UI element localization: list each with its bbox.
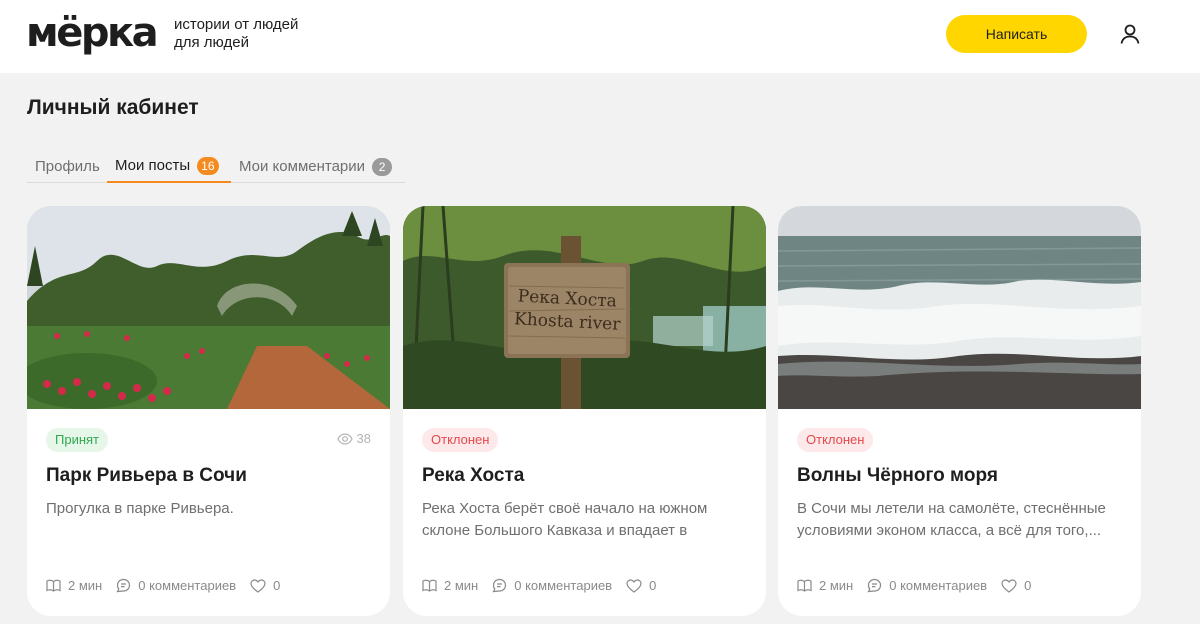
read-time: 2 мин	[797, 578, 853, 593]
likes-count-value: 0	[649, 578, 657, 593]
book-icon	[422, 579, 437, 592]
eye-icon	[336, 432, 353, 445]
comments-count-value: 0 комментариев	[514, 578, 613, 593]
views-counter: 38	[336, 431, 371, 446]
book-icon	[797, 579, 812, 592]
posts-count-badge: 16	[197, 156, 219, 175]
user-icon[interactable]	[1118, 22, 1142, 46]
post-title[interactable]: Волны Чёрного моря	[797, 465, 998, 487]
comment-icon	[492, 578, 507, 593]
post-title[interactable]: Парк Ривьера в Сочи	[46, 465, 247, 487]
tab-my-posts[interactable]: Мои посты 16	[107, 150, 231, 183]
status-badge: Принят	[46, 428, 109, 452]
read-time-value: 2 мин	[444, 578, 479, 593]
comments-count[interactable]: 0 комментариев	[867, 578, 987, 593]
page-title: Личный кабинет	[27, 96, 199, 119]
heart-icon	[1001, 578, 1017, 593]
status-badge: Отклонен	[797, 428, 874, 452]
post-card[interactable]: Принят 38 Парк Ривьера в Сочи Прогулка в…	[27, 206, 390, 616]
tagline-line-2: для людей	[174, 34, 249, 51]
likes-count[interactable]: 0	[250, 578, 280, 593]
cabinet-tabs: Профиль Мои посты 16 Мои комментарии 2	[27, 150, 405, 183]
heart-icon	[250, 578, 266, 593]
tagline-line-1: истории от людей	[174, 16, 299, 33]
post-description: В Сочи мы летели на самолёте, стеснённые…	[797, 500, 1106, 539]
post-meta: 2 мин 0 комментариев 0	[797, 578, 1045, 593]
comment-icon	[867, 578, 882, 593]
heart-icon	[626, 578, 642, 593]
post-description: Река Хоста берёт своё начало на южном ск…	[422, 500, 708, 539]
post-title[interactable]: Река Хоста	[422, 465, 524, 487]
comments-count-value: 0 комментариев	[138, 578, 237, 593]
comments-count[interactable]: 0 комментариев	[492, 578, 612, 593]
post-image-sea-waves	[778, 206, 1141, 409]
read-time: 2 мин	[46, 578, 102, 593]
comments-count[interactable]: 0 комментариев	[116, 578, 236, 593]
read-time: 2 мин	[422, 578, 478, 593]
post-card[interactable]: Река Хоста Khosta river Отклонен Река Хо…	[403, 206, 766, 616]
write-button[interactable]: Написать	[946, 15, 1087, 53]
likes-count[interactable]: 0	[1001, 578, 1031, 593]
tab-my-comments[interactable]: Мои комментарии 2	[231, 150, 400, 183]
post-card[interactable]: Отклонен Волны Чёрного моря В Сочи мы ле…	[778, 206, 1141, 616]
comment-icon	[116, 578, 131, 593]
tab-my-comments-label: Мои комментарии	[239, 158, 366, 175]
site-logo[interactable]: мёрка	[26, 8, 159, 58]
site-header: мёрка истории от людей для людей Написат…	[0, 0, 1200, 73]
post-description: Прогулка в парке Ривьера.	[46, 500, 234, 517]
read-time-value: 2 мин	[68, 578, 103, 593]
site-tagline: истории от людей для людей	[174, 16, 298, 52]
tab-profile[interactable]: Профиль	[27, 150, 108, 183]
comments-count-badge: 2	[372, 157, 393, 176]
likes-count-value: 0	[1024, 578, 1032, 593]
tab-my-posts-label: Мои посты	[115, 157, 191, 174]
read-time-value: 2 мин	[819, 578, 854, 593]
post-meta: 2 мин 0 комментариев 0	[422, 578, 670, 593]
tab-profile-label: Профиль	[35, 158, 100, 175]
likes-count-value: 0	[273, 578, 281, 593]
status-badge: Отклонен	[422, 428, 499, 452]
post-image-river-sign: Река Хоста Khosta river	[403, 206, 766, 409]
book-icon	[46, 579, 61, 592]
post-meta: 2 мин 0 комментариев 0	[46, 578, 294, 593]
likes-count[interactable]: 0	[626, 578, 656, 593]
comments-count-value: 0 комментариев	[889, 578, 988, 593]
post-image-park	[27, 206, 390, 409]
views-count: 38	[356, 431, 371, 446]
